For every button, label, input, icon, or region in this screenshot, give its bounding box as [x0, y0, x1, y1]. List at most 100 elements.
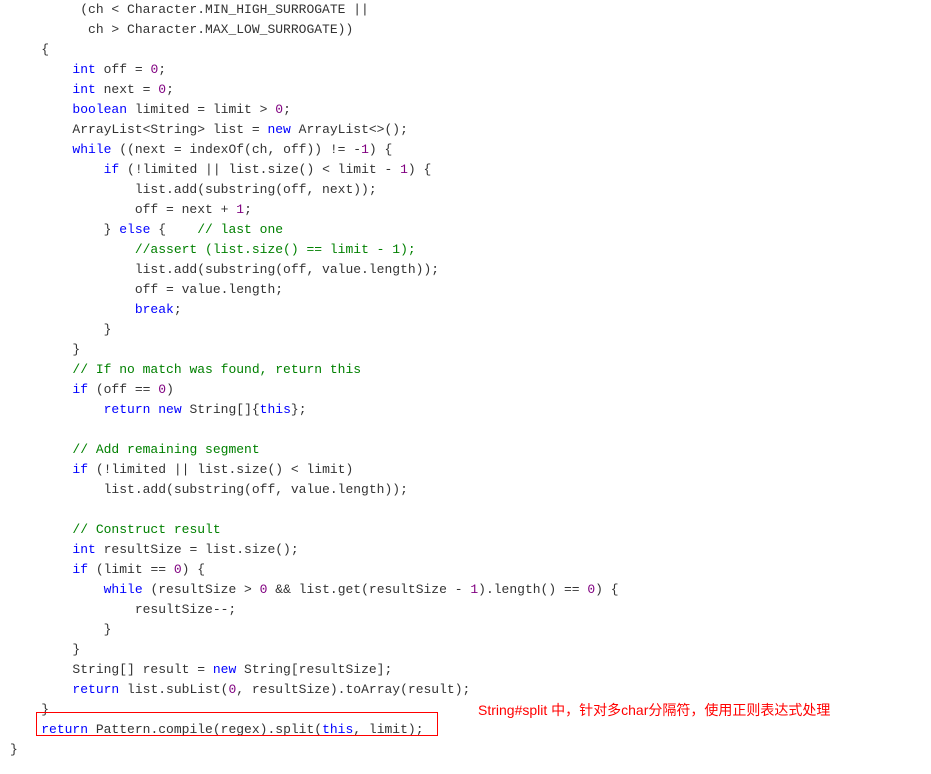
indent: [10, 542, 72, 557]
code-text: (off ==: [88, 382, 158, 397]
indent: [10, 82, 72, 97]
keyword-while: while: [104, 582, 143, 597]
number-literal: 0: [158, 382, 166, 397]
code-text: ;: [158, 62, 166, 77]
indent: [10, 62, 72, 77]
indent: [10, 582, 104, 597]
number-literal: 1: [400, 162, 408, 177]
code-text: ): [166, 382, 174, 397]
keyword-this: this: [322, 722, 353, 737]
code-text: next =: [96, 82, 158, 97]
code-text: (resultSize >: [143, 582, 260, 597]
number-literal: 0: [587, 582, 595, 597]
indent: [10, 682, 72, 697]
annotation-text: String#split 中，针对多char分隔符，使用正则表达式处理: [478, 700, 830, 720]
code-line: }: [10, 702, 49, 717]
code-text: }: [10, 222, 119, 237]
keyword-if: if: [72, 462, 88, 477]
keyword-int: int: [72, 62, 95, 77]
keyword-new: new: [267, 122, 290, 137]
code-line: resultSize--;: [10, 602, 236, 617]
code-line: list.add(substring(off, value.length));: [10, 482, 408, 497]
indent: [10, 522, 72, 537]
code-line: (ch < Character.MIN_HIGH_SURROGATE ||: [10, 2, 369, 17]
code-text: , resultSize).toArray(result);: [236, 682, 470, 697]
keyword-return: return: [72, 682, 119, 697]
keyword-new: new: [213, 662, 236, 677]
number-literal: 1: [236, 202, 244, 217]
keyword-if: if: [104, 162, 120, 177]
code-text: , limit);: [353, 722, 423, 737]
indent: [10, 442, 72, 457]
keyword-this: this: [260, 402, 291, 417]
indent: [10, 102, 72, 117]
keyword-return: return: [104, 402, 151, 417]
indent: [10, 722, 41, 737]
number-literal: 0: [158, 82, 166, 97]
code-text: ;: [174, 302, 182, 317]
code-text: ) {: [182, 562, 205, 577]
code-text: ;: [283, 102, 291, 117]
indent: [10, 142, 72, 157]
code-text: ) {: [595, 582, 618, 597]
code-line: {: [10, 42, 49, 57]
number-literal: 1: [470, 582, 478, 597]
code-line: list.add(substring(off, next));: [10, 182, 377, 197]
code-text: ArrayList<String> list =: [10, 122, 267, 137]
number-literal: 0: [174, 562, 182, 577]
code-text: off =: [96, 62, 151, 77]
code-text: String[] result =: [10, 662, 213, 677]
code-text: (limit ==: [88, 562, 174, 577]
comment: // Construct result: [72, 522, 220, 537]
indent: [10, 162, 104, 177]
code-block: (ch < Character.MIN_HIGH_SURROGATE || ch…: [10, 0, 921, 760]
number-literal: 0: [275, 102, 283, 117]
code-text: {: [150, 222, 197, 237]
code-line: }: [10, 742, 18, 757]
indent: [10, 302, 135, 317]
keyword-new: new: [158, 402, 181, 417]
keyword-else: else: [119, 222, 150, 237]
keyword-while: while: [72, 142, 111, 157]
code-text: (!limited || list.size() < limit): [88, 462, 353, 477]
code-line: }: [10, 642, 80, 657]
code-text: list.subList(: [119, 682, 228, 697]
keyword-break: break: [135, 302, 174, 317]
code-text: ArrayList<>();: [291, 122, 408, 137]
keyword-return: return: [41, 722, 88, 737]
code-text: ;: [166, 82, 174, 97]
code-line: }: [10, 342, 80, 357]
code-text: ).length() ==: [478, 582, 587, 597]
code-text: resultSize = list.size();: [96, 542, 299, 557]
code-text: Pattern.compile(regex).split(: [88, 722, 322, 737]
code-text: String[resultSize];: [236, 662, 392, 677]
comment: // Add remaining segment: [72, 442, 259, 457]
code-text: off = next +: [10, 202, 236, 217]
keyword-if: if: [72, 382, 88, 397]
code-line: off = value.length;: [10, 282, 283, 297]
indent: [10, 462, 72, 477]
code-text: ) {: [408, 162, 431, 177]
comment: // last one: [197, 222, 283, 237]
keyword-boolean: boolean: [72, 102, 127, 117]
code-line: list.add(substring(off, value.length));: [10, 262, 439, 277]
code-text: };: [291, 402, 307, 417]
code-line: ch > Character.MAX_LOW_SURROGATE)): [10, 22, 353, 37]
code-text: ((next = indexOf(ch, off)) != -: [111, 142, 361, 157]
code-text: ) {: [369, 142, 392, 157]
code-container: (ch < Character.MIN_HIGH_SURROGATE || ch…: [0, 0, 931, 770]
code-text: (!limited || list.size() < limit -: [119, 162, 400, 177]
indent: [10, 402, 104, 417]
indent: [10, 362, 72, 377]
keyword-int: int: [72, 542, 95, 557]
indent: [10, 562, 72, 577]
code-line: }: [10, 622, 111, 637]
comment: // If no match was found, return this: [72, 362, 361, 377]
code-text: && list.get(resultSize -: [267, 582, 470, 597]
keyword-int: int: [72, 82, 95, 97]
number-literal: 1: [361, 142, 369, 157]
code-text: String[]{: [182, 402, 260, 417]
code-line: }: [10, 322, 111, 337]
keyword-if: if: [72, 562, 88, 577]
indent: [10, 242, 135, 257]
